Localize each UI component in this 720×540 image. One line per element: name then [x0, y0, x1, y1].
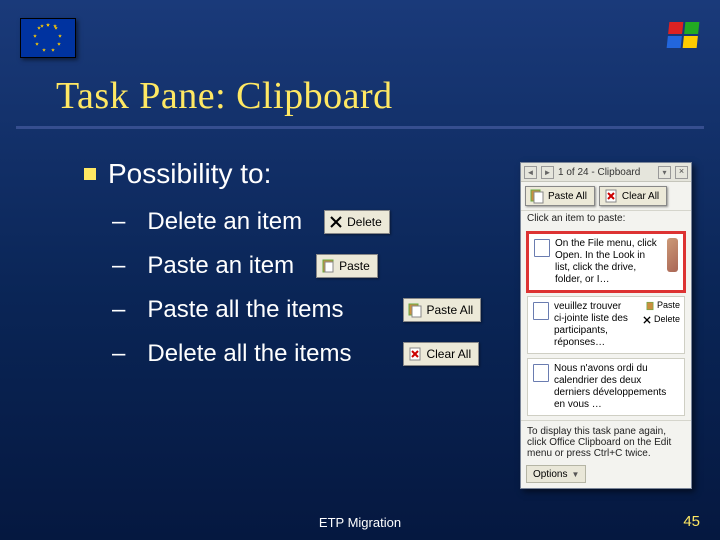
pane-hint: Click an item to paste: [521, 211, 691, 228]
dropdown-arrow-icon[interactable]: ▾ [658, 166, 671, 179]
context-paste[interactable]: Paste [645, 300, 680, 311]
dash-icon: – [112, 208, 125, 236]
context-paste-label: Paste [657, 300, 680, 311]
document-icon [533, 364, 549, 382]
content-area: Possibility to: – Delete an item Delete … [84, 158, 490, 384]
sub-paste-item: – Paste an item Paste [112, 252, 490, 280]
forward-arrow-icon[interactable]: ► [541, 166, 554, 179]
sub-delete-all: – Delete all the items Clear All [112, 340, 490, 368]
delete-x-icon [642, 315, 652, 325]
clipboard-item-3-text: Nous n'avons ordi du calendrier des deux… [554, 363, 679, 411]
clipboard-item-3[interactable]: Nous n'avons ordi du calendrier des deux… [527, 358, 685, 416]
delete-button[interactable]: Delete [324, 210, 390, 234]
clipboard-item-2[interactable]: veuillez trouver ci-jointe liste des par… [527, 296, 685, 354]
clipboard-x-icon [407, 346, 423, 362]
footer-text: ETP Migration [0, 515, 720, 530]
dash-icon: – [112, 252, 125, 280]
document-icon [534, 239, 550, 257]
delete-button-label: Delete [347, 215, 382, 229]
pane-toolbar: Paste All Clear All [521, 182, 691, 211]
clipboard-item-2-text: veuillez trouver ci-jointe liste des par… [554, 301, 634, 349]
sub-delete-item: – Delete an item Delete [112, 208, 490, 236]
pane-clear-all-button[interactable]: Clear All [599, 186, 667, 206]
clipboard-item-1-text: On the File menu, click Open. In the Loo… [555, 238, 662, 286]
eu-star-ring [35, 25, 61, 51]
clipboard-multi-icon [529, 188, 545, 204]
page-number: 45 [683, 513, 700, 530]
sub-paste-item-text: Paste an item [147, 252, 294, 280]
clipboard-icon [645, 301, 655, 311]
sub-delete-item-text: Delete an item [147, 208, 302, 236]
paste-all-button-label: Paste All [426, 303, 473, 317]
chevron-down-icon: ▼ [571, 470, 579, 479]
options-button[interactable]: Options ▼ [526, 465, 586, 483]
clear-all-button[interactable]: Clear All [403, 342, 479, 366]
dash-icon: – [112, 296, 125, 324]
bullet-square-icon [84, 168, 96, 180]
sub-paste-all: – Paste all the items Paste All [112, 296, 490, 324]
eu-flag-icon [20, 18, 76, 58]
pane-footer-hint: To display this task pane again, click O… [521, 420, 691, 462]
options-label: Options [533, 469, 567, 480]
paste-button-label: Paste [339, 259, 370, 273]
clipboard-item-1[interactable]: On the File menu, click Open. In the Loo… [527, 232, 685, 292]
clipboard-icon [320, 258, 336, 274]
pane-header: ◄ ► 1 of 24 - Clipboard ▾ × [521, 163, 691, 182]
clear-all-button-label: Clear All [426, 347, 471, 361]
paste-all-button[interactable]: Paste All [403, 298, 481, 322]
clipboard-task-pane: ◄ ► 1 of 24 - Clipboard ▾ × Paste All Cl… [520, 162, 692, 489]
document-icon [533, 302, 549, 320]
title-underline [16, 126, 704, 129]
pane-clear-all-label: Clear All [622, 191, 659, 202]
pane-paste-all-button[interactable]: Paste All [525, 186, 595, 206]
bullet-main-text: Possibility to: [108, 158, 271, 190]
windows-logo-icon [667, 22, 700, 48]
sub-paste-all-text: Paste all the items [147, 296, 343, 324]
sub-delete-all-text: Delete all the items [147, 340, 351, 368]
pane-header-title: 1 of 24 - Clipboard [558, 167, 654, 178]
dash-icon: – [112, 340, 125, 368]
clipboard-x-icon [603, 188, 619, 204]
context-delete-label: Delete [654, 314, 680, 325]
delete-x-icon [328, 214, 344, 230]
context-delete[interactable]: Delete [642, 314, 680, 325]
bullet-main: Possibility to: [84, 158, 490, 190]
clipboard-thumbnail [667, 238, 678, 272]
back-arrow-icon[interactable]: ◄ [524, 166, 537, 179]
clipboard-multi-icon [407, 302, 423, 318]
paste-button[interactable]: Paste [316, 254, 378, 278]
pane-paste-all-label: Paste All [548, 191, 587, 202]
close-icon[interactable]: × [675, 166, 688, 179]
slide-title: Task Pane: Clipboard [56, 74, 393, 118]
